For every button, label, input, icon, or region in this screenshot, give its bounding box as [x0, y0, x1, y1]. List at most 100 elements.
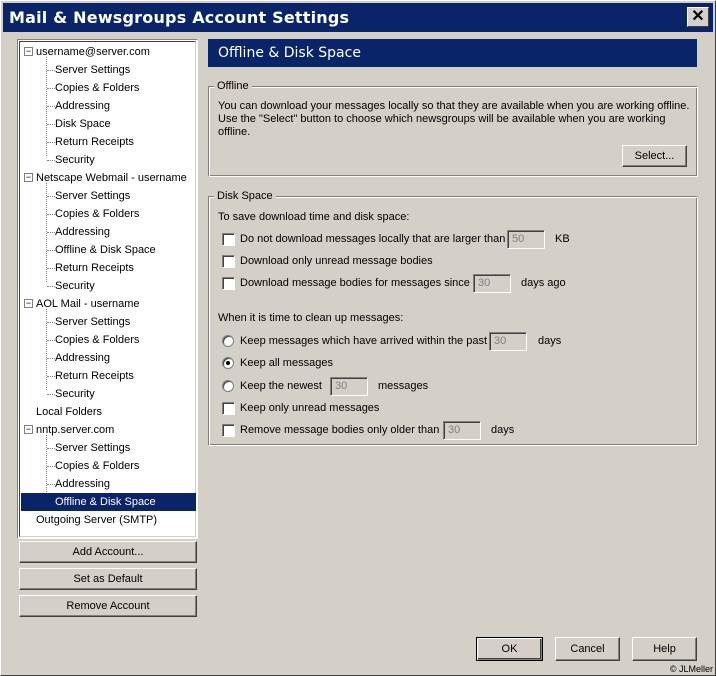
tree-guide-line [47, 124, 55, 125]
tree-item-selected[interactable]: Offline & Disk Space [21, 493, 196, 511]
tree-item[interactable]: Server Settings [55, 61, 133, 79]
keep-within-unit: days [538, 335, 562, 347]
close-button[interactable]: ✕ [687, 7, 709, 27]
settings-window: Mail & Newsgroups Account Settings ✕ − us… [0, 0, 716, 676]
tree-guide-line [47, 214, 55, 215]
keep-all-label: Keep all messages [240, 357, 333, 369]
tree-item[interactable]: Copies & Folders [55, 79, 142, 97]
help-button[interactable]: Help [632, 637, 697, 661]
tree-guide-line [47, 70, 55, 71]
bodies-since-field[interactable]: 30 [473, 274, 511, 293]
tree-guide-line [47, 484, 55, 485]
keep-within-label: Keep messages which have arrived within … [240, 335, 488, 347]
keep-newest-radio[interactable] [222, 380, 234, 392]
tree-guide-line [47, 376, 55, 377]
window-title: Mail & Newsgroups Account Settings [9, 8, 350, 27]
tree-account[interactable]: AOL Mail - username [36, 295, 140, 313]
tree-item[interactable]: Offline & Disk Space [55, 241, 159, 259]
account-tree[interactable]: − username@server.com Server Settings Copie… [17, 39, 198, 539]
tree-account[interactable]: nntp.server.com [36, 421, 114, 439]
add-account-button[interactable]: Add Account... [19, 541, 197, 563]
remove-bodies-label: Remove message bodies only older than [240, 424, 440, 436]
tree-guide-line [47, 250, 55, 251]
tree-item[interactable]: Server Settings [55, 187, 133, 205]
remove-account-button[interactable]: Remove Account [19, 595, 197, 617]
keep-newest-field[interactable]: 30 [330, 377, 368, 396]
tree-collapse-icon[interactable]: − [24, 299, 33, 308]
keep-all-radio[interactable] [222, 357, 234, 369]
copyright-note: © JLMeller [669, 664, 713, 674]
keep-newest-unit: messages [378, 380, 429, 392]
tree-item[interactable]: Server Settings [55, 313, 133, 331]
keep-newest-label: Keep the newest [240, 380, 322, 392]
bodies-since-unit: days ago [521, 277, 566, 289]
tree-item[interactable]: Copies & Folders [55, 205, 142, 223]
remove-bodies-unit: days [491, 424, 515, 436]
tree-item[interactable]: Return Receipts [55, 133, 137, 151]
keep-unread-checkbox[interactable] [222, 402, 235, 415]
offline-description-line3: offline. [218, 126, 251, 138]
offline-description-line1: You can download your messages locally s… [218, 100, 690, 112]
keep-unread-label: Keep only unread messages [240, 402, 380, 414]
tree-guide-line [47, 196, 55, 197]
tree-item[interactable]: Addressing [55, 97, 113, 115]
tree-collapse-icon[interactable]: − [24, 173, 33, 182]
disk-space-group-label: Disk Space [214, 190, 276, 202]
offline-description-line2: Use the "Select" button to choose which … [218, 113, 666, 125]
remove-bodies-checkbox[interactable] [222, 424, 235, 437]
tree-item[interactable]: Addressing [55, 223, 113, 241]
tree-guide-line [47, 106, 55, 107]
tree-collapse-icon[interactable]: − [24, 47, 33, 56]
tree-guide-line [47, 232, 55, 233]
tree-guide-line [47, 160, 55, 161]
cleanup-intro: When it is time to clean up messages: [218, 312, 404, 324]
tree-guide-line [47, 268, 55, 269]
tree-guide-line [47, 286, 55, 287]
tree-guide-line [47, 322, 55, 323]
tree-item[interactable]: Return Receipts [55, 367, 137, 385]
offline-group-label: Offline [214, 80, 252, 92]
ok-button[interactable]: OK [476, 637, 543, 661]
tree-item[interactable]: Addressing [55, 349, 113, 367]
tree-item[interactable]: Copies & Folders [55, 331, 142, 349]
tree-account[interactable]: Local Folders [36, 403, 102, 421]
panel-title: Offline & Disk Space [208, 39, 697, 67]
tree-item[interactable]: Server Settings [55, 439, 133, 457]
save-space-intro: To save download time and disk space: [218, 211, 410, 223]
tree-guide-line [47, 340, 55, 341]
unread-bodies-label: Download only unread message bodies [240, 255, 433, 267]
limit-size-checkbox[interactable] [222, 233, 235, 246]
set-as-default-button[interactable]: Set as Default [19, 568, 197, 590]
size-limit-field[interactable]: 50 [507, 230, 545, 249]
unread-bodies-checkbox[interactable] [222, 255, 235, 268]
tree-guide-line [47, 88, 55, 89]
account-tree-list: − username@server.com Server Settings Copie… [19, 41, 196, 537]
remove-bodies-field[interactable]: 30 [443, 421, 481, 440]
bodies-since-label: Download message bodies for messages sin… [240, 277, 470, 289]
cancel-button[interactable]: Cancel [555, 637, 620, 661]
tree-item[interactable]: Security [55, 151, 98, 169]
tree-item[interactable]: Security [55, 277, 98, 295]
tree-item[interactable]: Addressing [55, 475, 113, 493]
tree-guide-line [47, 394, 55, 395]
tree-item[interactable]: Security [55, 385, 98, 403]
bodies-since-checkbox[interactable] [222, 277, 235, 290]
size-unit-label: KB [555, 233, 570, 245]
tree-item[interactable]: Return Receipts [55, 259, 137, 277]
tree-guide-line [47, 358, 55, 359]
keep-within-field[interactable]: 30 [489, 332, 527, 351]
tree-account[interactable]: username@server.com [36, 43, 150, 61]
tree-item[interactable]: Copies & Folders [55, 457, 142, 475]
tree-item[interactable]: Disk Space [55, 115, 114, 133]
tree-collapse-icon[interactable]: − [24, 425, 33, 434]
tree-account[interactable]: Netscape Webmail - username [36, 169, 187, 187]
close-icon: ✕ [691, 8, 705, 25]
title-bar[interactable]: Mail & Newsgroups Account Settings ✕ [3, 3, 713, 32]
limit-size-label: Do not download messages locally that ar… [240, 233, 506, 245]
tree-guide-line [47, 142, 55, 143]
keep-within-radio[interactable] [222, 335, 234, 347]
tree-guide-line [47, 448, 55, 449]
select-newsgroups-button[interactable]: Select... [622, 145, 687, 167]
tree-guide-line [47, 466, 55, 467]
tree-account[interactable]: Outgoing Server (SMTP) [36, 511, 157, 529]
